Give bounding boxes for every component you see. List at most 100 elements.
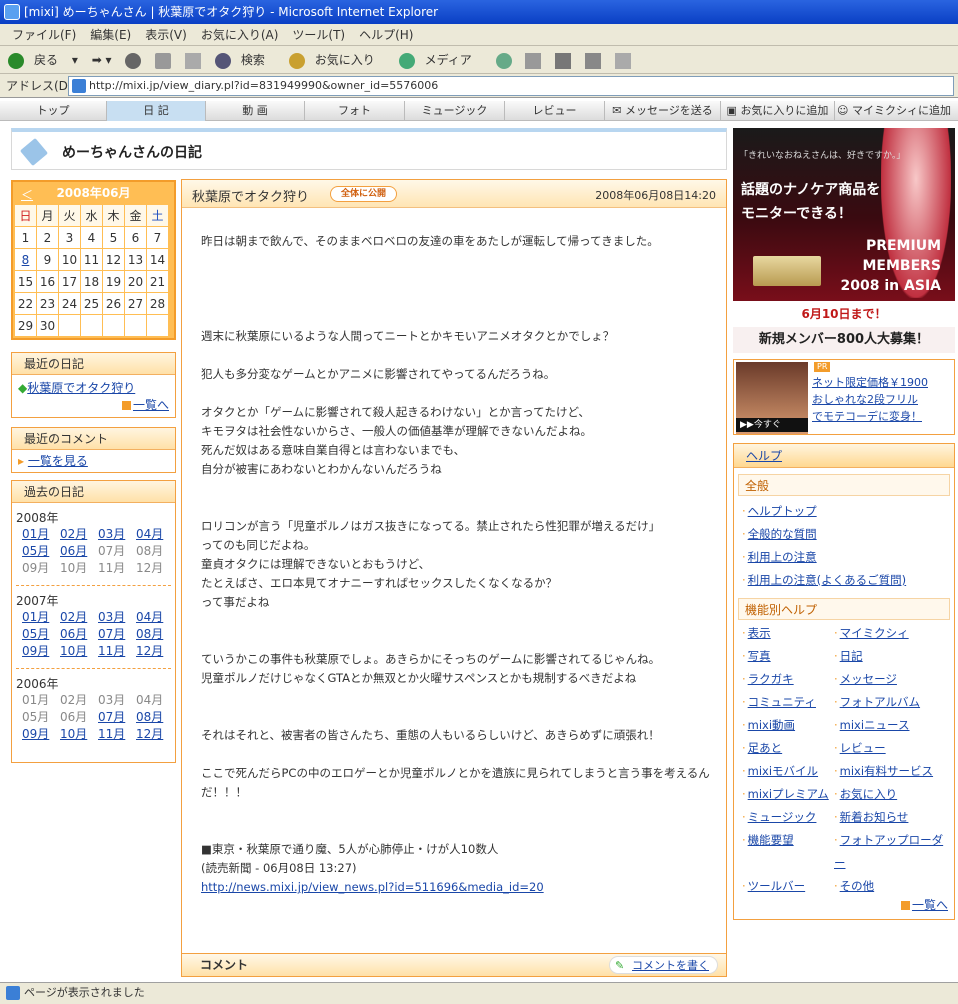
month-link[interactable]: 06月 <box>60 544 87 558</box>
help-link[interactable]: mixiニュース <box>840 718 910 732</box>
help-link[interactable]: 写真 <box>748 649 771 663</box>
month-link[interactable]: 09月 <box>22 644 49 658</box>
month-link[interactable]: 04月 <box>136 527 163 541</box>
help-link[interactable]: mixiプレミアム <box>748 787 829 801</box>
menu-edit[interactable]: 編集(E) <box>90 28 131 42</box>
help-title-link[interactable]: ヘルプ <box>746 449 782 463</box>
nav-send-message[interactable]: ✉ メッセージを送る <box>605 101 721 121</box>
help-more-link[interactable]: 一覧へ <box>912 898 948 912</box>
help-link[interactable]: mixiモバイル <box>748 764 818 778</box>
month-link[interactable]: 09月 <box>22 727 49 741</box>
help-link[interactable]: ミュージック <box>748 810 817 824</box>
pr-link-3[interactable]: でモテコーデに変身！ <box>812 410 922 423</box>
help-link[interactable]: 足あと <box>748 741 783 755</box>
help-link[interactable]: その他 <box>840 879 875 893</box>
print-icon[interactable] <box>555 52 572 69</box>
nav-video[interactable]: 動 画 <box>206 101 305 121</box>
month-link[interactable]: 03月 <box>98 527 125 541</box>
recent-more[interactable]: 一覧へ <box>12 396 175 413</box>
help-link[interactable]: メッセージ <box>840 672 897 686</box>
month-link[interactable]: 12月 <box>136 644 163 658</box>
nav-diary[interactable]: 日 記 <box>107 101 206 121</box>
help-link[interactable]: mixi有料サービス <box>840 764 933 778</box>
calendar-prev[interactable]: ＜ <box>21 186 33 203</box>
mail-icon[interactable] <box>525 52 542 69</box>
nav-photo[interactable]: フォト <box>305 101 405 121</box>
month-link[interactable]: 03月 <box>98 610 125 624</box>
back-button[interactable]: 戻る ▾ <box>8 52 78 69</box>
calendar-day-link[interactable]: 8 <box>15 249 36 270</box>
recent-diary-link[interactable]: 秋葉原でオタク狩り <box>27 381 135 395</box>
nav-music[interactable]: ミュージック <box>405 101 505 121</box>
menu-view[interactable]: 表示(V) <box>145 28 187 42</box>
help-item: · mixi有料サービス <box>834 764 934 778</box>
menu-tools[interactable]: ツール(T) <box>292 28 345 42</box>
nav-add-favorite[interactable]: ▣ お気に入りに追加 <box>721 101 835 121</box>
help-link[interactable]: フォトアップローダー <box>834 833 943 870</box>
help-link[interactable]: 表示 <box>748 626 771 640</box>
help-link[interactable]: ヘルプトップ <box>748 504 817 518</box>
help-more[interactable]: 一覧へ <box>900 896 948 913</box>
help-link[interactable]: mixi動画 <box>748 718 795 732</box>
month-link[interactable]: 08月 <box>136 627 163 641</box>
help-link[interactable]: 全般的な質問 <box>748 527 817 541</box>
home-icon[interactable] <box>185 52 202 69</box>
month-link[interactable]: 06月 <box>60 627 87 641</box>
stop-icon[interactable] <box>125 52 142 69</box>
media-button[interactable]: メディア <box>398 52 482 69</box>
nav-review[interactable]: レビュー <box>505 101 605 121</box>
month-link[interactable]: 10月 <box>60 644 87 658</box>
menu-help[interactable]: ヘルプ(H) <box>359 28 413 42</box>
month-link[interactable]: 07月 <box>98 710 125 724</box>
month-link[interactable]: 05月 <box>22 627 49 641</box>
help-link[interactable]: 新着お知らせ <box>840 810 909 824</box>
pr-link-1[interactable]: ネット限定価格￥1900 <box>812 376 928 389</box>
help-link[interactable]: 利用上の注意(よくあるご質問) <box>748 573 906 587</box>
forward-button[interactable]: ➡ ▾ <box>92 53 112 67</box>
search-button[interactable]: 検索 <box>214 52 275 69</box>
help-link[interactable]: フォトアルバム <box>840 695 920 709</box>
write-comment-link[interactable]: コメントを書く <box>632 959 709 972</box>
favorites-button[interactable]: お気に入り <box>288 52 385 69</box>
month-link[interactable]: 05月 <box>22 544 49 558</box>
recent-more-link[interactable]: 一覧へ <box>133 398 169 412</box>
recent-comments-link[interactable]: 一覧を見る <box>28 454 88 468</box>
calendar-day-8-link[interactable]: 8 <box>22 253 30 267</box>
recent-diary-item[interactable]: ◆秋葉原でオタク狩り <box>12 375 175 396</box>
refresh-icon[interactable] <box>155 52 172 69</box>
menu-file[interactable]: ファイル(F) <box>12 28 76 42</box>
help-link[interactable]: レビュー <box>840 741 886 755</box>
help-link[interactable]: マイミクシィ <box>840 626 909 640</box>
ad-banner[interactable]: 「きれいなおねえさんは、好きですか。」 話題のナノケア商品を モニターできる！ P… <box>733 128 955 353</box>
month-link[interactable]: 01月 <box>22 527 49 541</box>
month-link[interactable]: 08月 <box>136 710 163 724</box>
nav-top[interactable]: トップ <box>0 101 107 121</box>
month-link[interactable]: 11月 <box>98 644 125 658</box>
write-comment-button[interactable]: ✎ コメントを書く <box>609 956 718 974</box>
discuss-icon[interactable] <box>614 52 631 69</box>
month-link[interactable]: 02月 <box>60 527 87 541</box>
help-link[interactable]: 日記 <box>840 649 863 663</box>
month-link[interactable]: 01月 <box>22 610 49 624</box>
help-link[interactable]: 機能要望 <box>748 833 794 847</box>
help-link[interactable]: コミュニティ <box>748 695 816 709</box>
help-link[interactable]: ツールバー <box>748 879 806 893</box>
month-link[interactable]: 10月 <box>60 727 87 741</box>
edit-icon[interactable] <box>585 52 602 69</box>
help-link[interactable]: お気に入り <box>840 787 898 801</box>
month-link[interactable]: 07月 <box>98 627 125 641</box>
month-link[interactable]: 02月 <box>60 610 87 624</box>
month-link[interactable]: 04月 <box>136 610 163 624</box>
pr-link-2[interactable]: おしゃれな2段フリル <box>812 393 918 406</box>
pr-box[interactable]: ▶▶今すぐ PR ネット限定価格￥1900 おしゃれな2段フリル でモテコーデに変身… <box>733 359 955 435</box>
news-link[interactable]: http://news.mixi.jp/view_news.pl?id=5116… <box>201 880 544 894</box>
address-input[interactable]: http://mixi.jp/view_diary.pl?id=83194999… <box>68 76 954 96</box>
recent-comments-item[interactable]: ▸ 一覧を見る <box>12 450 175 469</box>
month-link[interactable]: 11月 <box>98 727 125 741</box>
month-link[interactable]: 12月 <box>136 727 163 741</box>
menu-favorites[interactable]: お気に入り(A) <box>201 28 279 42</box>
nav-add-mymixi[interactable]: ☺ マイミクシィに追加 <box>835 101 953 121</box>
help-link[interactable]: ラクガキ <box>748 672 794 686</box>
history-icon[interactable] <box>495 52 512 69</box>
help-link[interactable]: 利用上の注意 <box>748 550 817 564</box>
